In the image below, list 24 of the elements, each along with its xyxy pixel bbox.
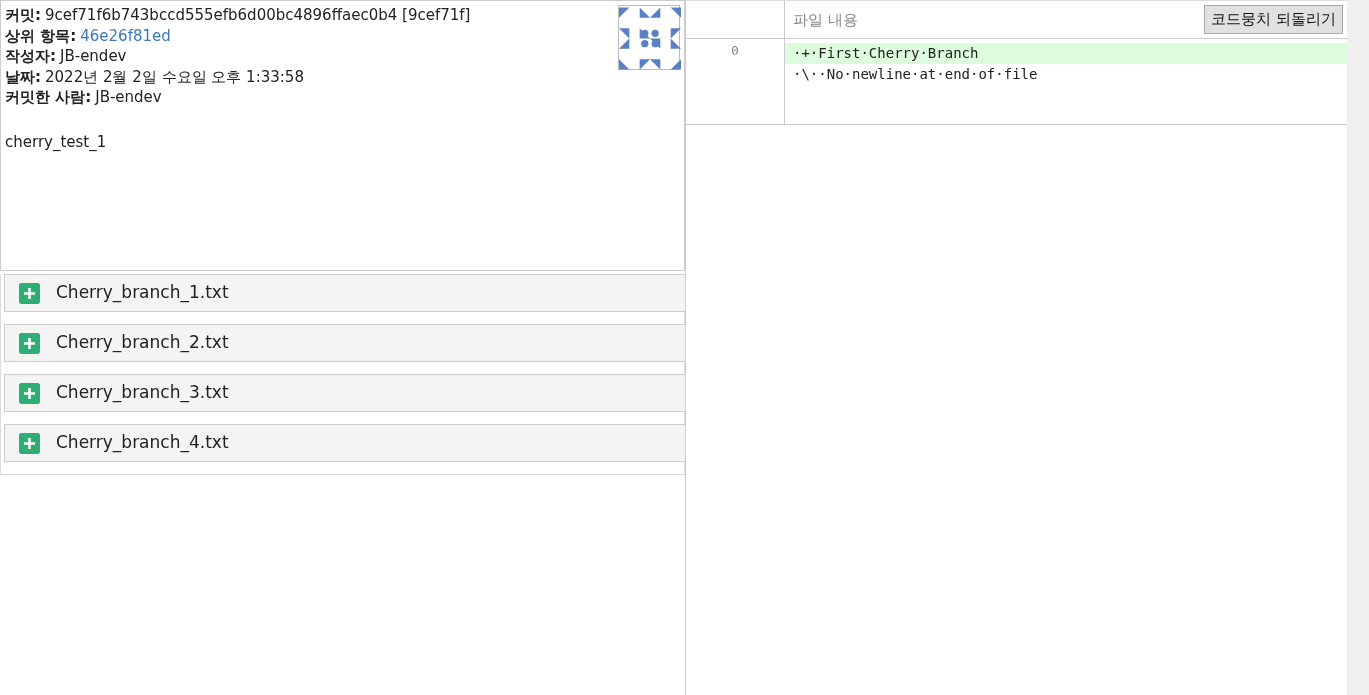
field-value: 9cef71f6b743bccd555efb6d00bc4896ffaec0b4 [9cef71f] xyxy=(45,5,471,26)
commit-message: cherry_test_1 xyxy=(5,131,108,152)
field-label: 날짜: xyxy=(5,66,41,87)
plus-icon xyxy=(19,432,40,454)
file-item[interactable]: Cherry_branch_4.txt xyxy=(4,424,686,462)
plus-icon xyxy=(19,282,40,304)
identicon-avatar-icon xyxy=(619,6,681,71)
parent-commit-link[interactable]: 46e26f81ed xyxy=(80,25,171,46)
line-number: 0 xyxy=(730,42,740,60)
field-value: 2022년 2월 2일 수요일 오후 1:33:58 xyxy=(45,66,304,87)
context-line: ·\··No·newline·at·end·of·file xyxy=(792,64,1039,84)
field-label: 커밋한 사람: xyxy=(5,87,92,108)
plus-icon xyxy=(19,382,40,404)
file-item[interactable]: Cherry_branch_1.txt xyxy=(4,274,686,312)
file-item[interactable]: Cherry_branch_3.txt xyxy=(4,374,686,412)
file-item[interactable]: Cherry_branch_2.txt xyxy=(4,324,686,362)
field-label: 커밋: xyxy=(5,5,41,26)
field-label: 작성자: xyxy=(5,46,56,67)
field-value: JB-endev xyxy=(60,46,127,67)
field-label: 상위 항목: xyxy=(5,25,77,46)
plus-icon xyxy=(19,332,40,354)
column-header: 파일 내용 xyxy=(792,10,858,31)
revert-hunk-button[interactable]: 코드뭉치 되돌리기 xyxy=(1204,5,1343,34)
field-value: JB-endev xyxy=(95,87,162,108)
